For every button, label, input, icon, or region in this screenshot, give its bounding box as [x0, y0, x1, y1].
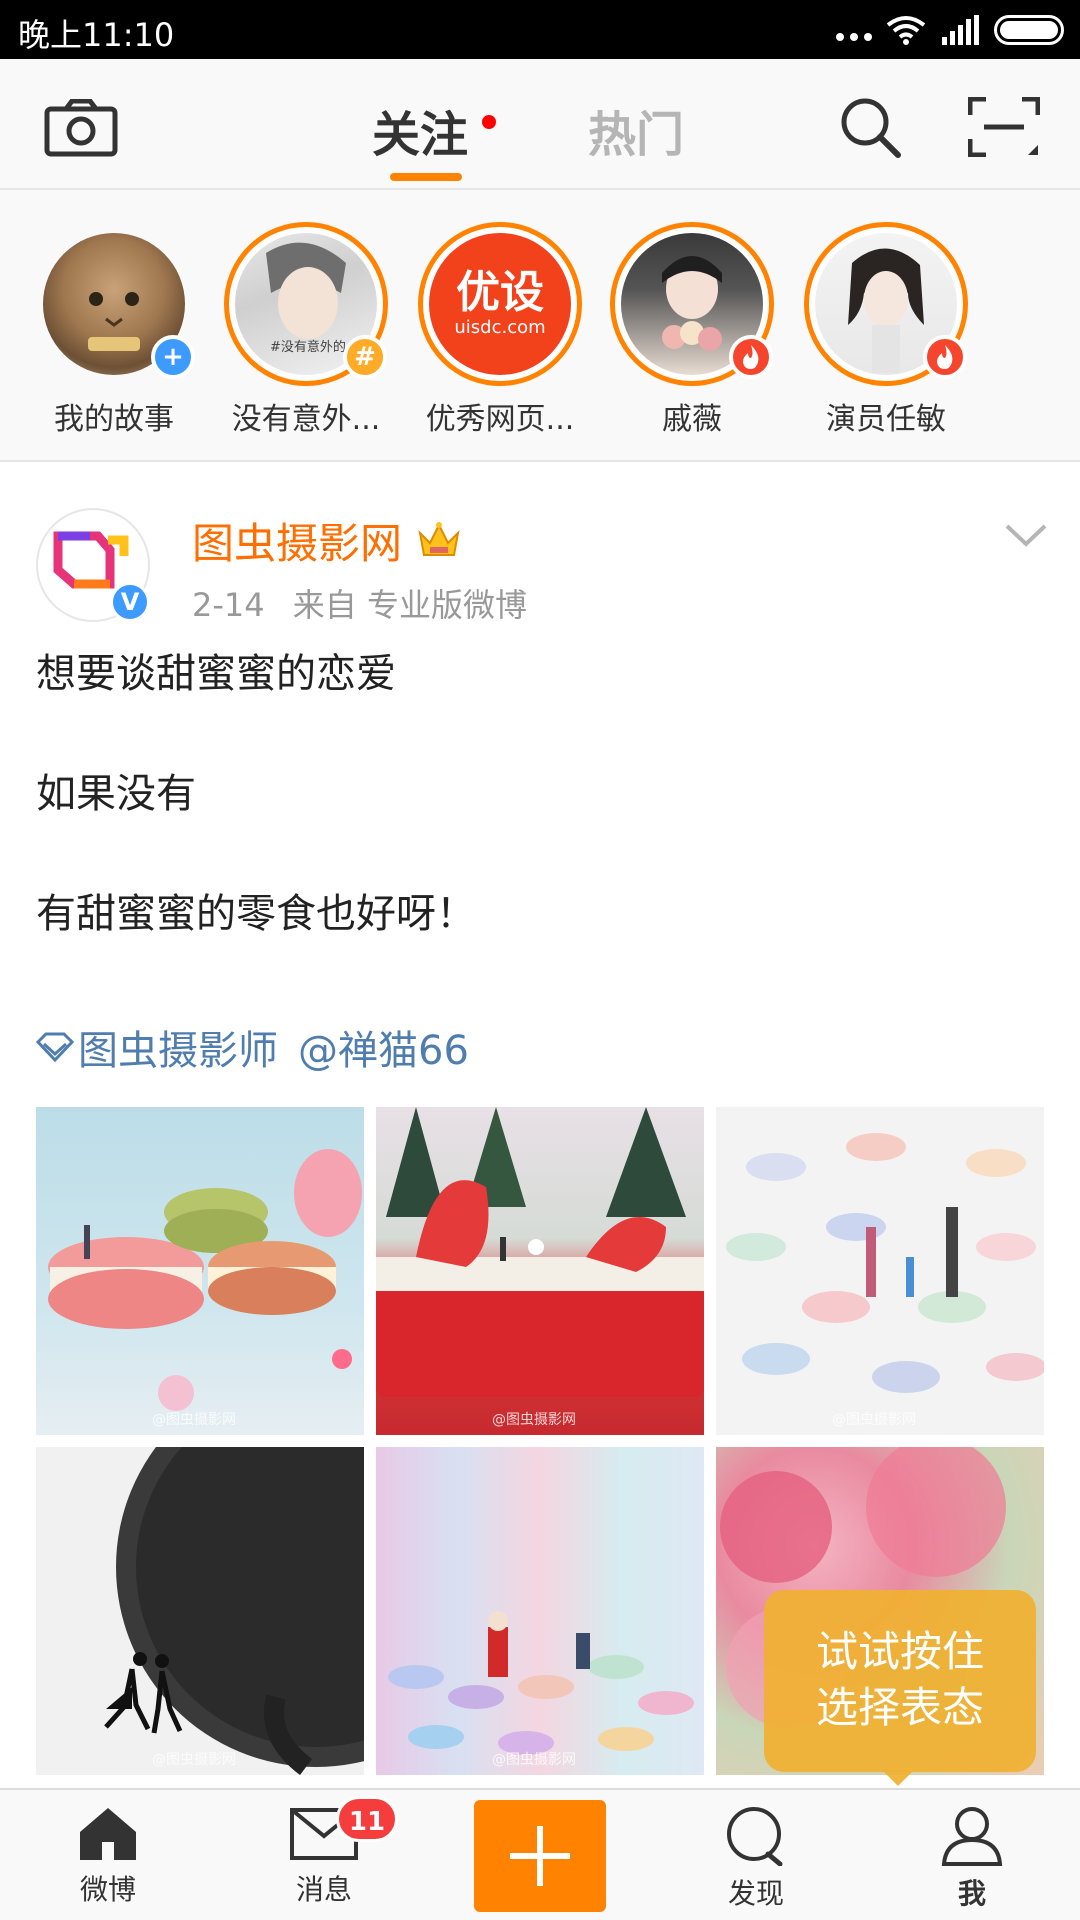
photo-watermark: @图虫摄影网: [152, 1412, 236, 1428]
story-avatar: 优设 uisdc.com: [418, 222, 582, 386]
photo-watermark: @图虫摄影网: [492, 1412, 576, 1428]
post-line: 想要谈甜蜜蜜的恋爱: [36, 651, 396, 697]
topic-badge: #: [343, 335, 387, 379]
uisdc-logo: 优设 uisdc.com: [429, 233, 571, 375]
discover-search-icon: [727, 1807, 783, 1866]
tab-hot[interactable]: 热门: [588, 95, 684, 165]
status-bar: 晚上11:10: [0, 0, 1080, 59]
stories-bar: + 我的故事 #没有意外的 # 没有意外... 优设 uisdc.com 优秀网…: [0, 190, 1080, 462]
tab-label: 我: [957, 1877, 986, 1910]
story-avatar: +: [32, 222, 196, 386]
photo-watermark: @图虫摄影网: [152, 1752, 236, 1768]
tab-home[interactable]: 微博: [48, 1804, 168, 1908]
plus-icon: [510, 1826, 570, 1886]
story-label: 演员任敏: [826, 402, 946, 437]
add-story-badge: +: [151, 335, 195, 379]
photo-macarons[interactable]: @图虫摄影网: [36, 1107, 364, 1435]
story-avatar: #没有意外的 #: [224, 222, 388, 386]
author-avatar[interactable]: V: [36, 508, 150, 622]
home-icon: [80, 1808, 136, 1860]
story-my-story[interactable]: + 我的故事: [24, 222, 204, 438]
chevron-down-icon[interactable]: [1004, 520, 1048, 550]
tab-label: 发现: [727, 1877, 784, 1910]
story-item[interactable]: 戚薇: [602, 222, 782, 438]
verified-badge: V: [110, 582, 150, 622]
tab-label: 消息: [295, 1873, 352, 1906]
fire-icon: [923, 335, 967, 379]
profile-icon: [941, 1807, 1003, 1866]
tooltip-line: 试试按住: [815, 1627, 984, 1676]
post-line: 有甜蜜蜜的零食也好呀！: [36, 891, 476, 937]
reaction-tooltip[interactable]: 试试按住 选择表态: [764, 1590, 1036, 1772]
top-nav: 关注 热门: [0, 59, 1080, 190]
tab-me[interactable]: 我: [912, 1804, 1032, 1912]
diamond-icon: [36, 1032, 74, 1062]
post-author[interactable]: 图虫摄影网: [192, 510, 462, 571]
photo-santa-candies[interactable]: @图虫摄影网: [376, 1447, 704, 1775]
photo-strawberry-cake[interactable]: @图虫摄影网: [376, 1107, 704, 1435]
signal-icon: [942, 15, 979, 45]
tag-label: 图虫摄影师: [78, 1028, 278, 1074]
new-dot: [482, 115, 497, 129]
story-item[interactable]: #没有意外的 # 没有意外...: [216, 222, 396, 438]
scan-icon[interactable]: [968, 97, 1040, 157]
story-label: 优秀网页...: [425, 402, 575, 437]
more-dots-icon: [836, 33, 872, 41]
tooltip-line: 选择表态: [815, 1683, 984, 1732]
story-label: 没有意外...: [231, 402, 381, 437]
camera-icon[interactable]: [44, 99, 118, 157]
battery-icon: [994, 15, 1064, 45]
post-line: 如果没有: [36, 771, 196, 817]
post-meta: 2-14 来自 专业版微博: [192, 580, 545, 626]
photo-clock-dancers[interactable]: @图虫摄影网: [36, 1447, 364, 1775]
compose-button[interactable]: [474, 1800, 606, 1912]
author-name: 图虫摄影网: [192, 519, 403, 568]
tooltip-arrow: [882, 1770, 914, 1786]
post-tags: 图虫摄影师 @禅猫66: [36, 1018, 469, 1076]
tab-follow[interactable]: 关注: [372, 95, 497, 165]
fire-icon: [729, 335, 773, 379]
photo-candy-family[interactable]: @图虫摄影网: [716, 1107, 1044, 1435]
status-time: 晚上11:10: [18, 16, 175, 54]
story-label: 戚薇: [662, 402, 722, 437]
wifi-icon: [886, 16, 926, 45]
post-date: 2-14: [192, 586, 265, 624]
post-text: 想要谈甜蜜蜜的恋爱 如果没有 有甜蜜蜜的零食也好呀！: [36, 654, 476, 1014]
photo-watermark: @图虫摄影网: [492, 1752, 576, 1768]
active-tab-indicator: [390, 173, 462, 181]
photo-watermark: @图虫摄影网: [832, 1412, 916, 1428]
mention-link[interactable]: @禅猫66: [298, 1018, 469, 1076]
tab-label: 微博: [79, 1873, 136, 1906]
tab-discover[interactable]: 发现: [696, 1804, 816, 1912]
post-source: 来自 专业版微博: [292, 586, 527, 624]
story-item[interactable]: 优设 uisdc.com 优秀网页...: [410, 222, 590, 438]
svg-text:#没有意外的: #没有意外的: [270, 339, 346, 355]
story-item[interactable]: 演员任敏: [796, 222, 976, 438]
story-avatar: [804, 222, 968, 386]
story-avatar: [610, 222, 774, 386]
story-label: 我的故事: [54, 402, 174, 437]
tab-follow-label: 关注: [372, 107, 469, 163]
unread-count-badge: 11: [336, 1796, 398, 1842]
status-icons: [836, 12, 1064, 48]
crown-icon: [418, 521, 460, 556]
photographer-tag[interactable]: 图虫摄影师: [36, 1018, 278, 1076]
bottom-tab-bar: 微博 消息 11 发现 我: [0, 1788, 1080, 1920]
search-icon[interactable]: [838, 95, 902, 159]
